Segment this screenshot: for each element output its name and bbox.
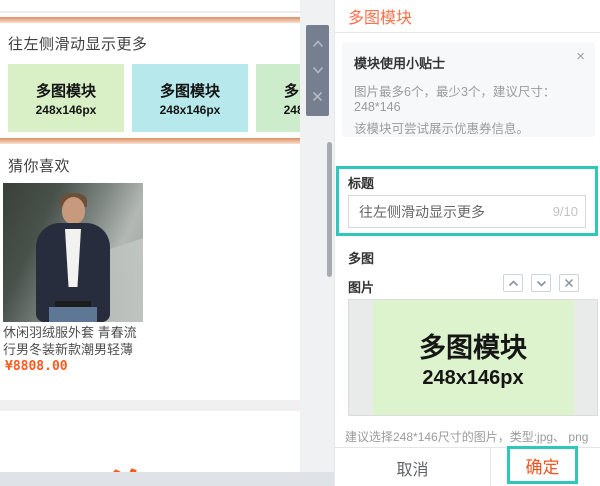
- photo-jeans: [49, 307, 97, 322]
- image-preview-size: 248x146px: [422, 366, 524, 389]
- preview-card-2[interactable]: 多图模块 248x146px: [132, 64, 248, 132]
- card-label: 多图模块: [35, 82, 96, 100]
- preview-scrollbar-thumb[interactable]: [327, 142, 332, 277]
- multi-image-section-label: 多图: [348, 251, 375, 266]
- preview-bottom-bar: [0, 472, 334, 486]
- module-highlight-bottom: [0, 138, 300, 144]
- photo-head: [62, 197, 85, 224]
- product-name-line2: 行男冬装新款潮男轻薄: [3, 342, 134, 357]
- close-icon[interactable]: ×: [576, 48, 585, 65]
- tips-line-1: 图片最多6个，最少3个，建议尺寸：: [354, 85, 556, 99]
- chevron-up-icon: [312, 40, 323, 48]
- image-delete-button[interactable]: [559, 274, 579, 292]
- preview-gutter: [300, 0, 334, 472]
- tips-title: 模块使用小贴士: [354, 56, 446, 71]
- chevron-up-icon: [508, 279, 518, 286]
- footer-logo-module: 淘: [0, 411, 300, 472]
- confirm-button[interactable]: 确定: [507, 446, 578, 484]
- card-label: 多图模块: [159, 82, 220, 100]
- card-size: 248x146px: [283, 102, 300, 117]
- image-preview-frame[interactable]: 多图模块 248x146px: [348, 299, 598, 416]
- title-field-highlight: [336, 166, 598, 236]
- module-highlight-top: [0, 17, 300, 23]
- tips-line-2: 248*146: [354, 100, 401, 114]
- image-preview-label: 多图模块: [419, 332, 527, 363]
- cancel-button[interactable]: 取消: [335, 448, 490, 486]
- image-move-up-button[interactable]: [503, 274, 523, 292]
- module-move-up-button[interactable]: [310, 37, 325, 52]
- card-label: 多图模块: [283, 82, 300, 100]
- image-preview-thumbnail: 多图模块 248x146px: [372, 300, 574, 415]
- image-row-label: 图片: [348, 280, 375, 295]
- preview-card-1[interactable]: 多图模块 248x146px: [8, 64, 124, 132]
- module-settings-panel: 多图模块 × 模块使用小贴士 图片最多6个，最少3个，建议尺寸： 248*146…: [334, 0, 600, 486]
- panel-divider: [335, 32, 600, 33]
- preview-module-title: 往左侧滑动显示更多: [8, 36, 148, 53]
- tips-line-3: 该模块可尝试展示优惠券信息。: [354, 122, 530, 136]
- card-size: 248x146px: [35, 102, 97, 117]
- preview-card-3[interactable]: 多图模块 248x146px: [256, 64, 300, 132]
- card-size: 248x146px: [159, 102, 221, 117]
- product-name-line1: 休闲羽绒服外套 青春流: [3, 325, 137, 340]
- tips-card: × 模块使用小贴士 图片最多6个，最少3个，建议尺寸： 248*146 该模块可…: [342, 42, 595, 137]
- page-preview: 往左侧滑动显示更多 多图模块 248x146px 多图模块 248x146px …: [0, 0, 300, 486]
- module-move-down-button[interactable]: [310, 63, 325, 78]
- chevron-down-icon: [536, 280, 546, 287]
- module-toolbar: [306, 25, 329, 116]
- product-name: 休闲羽绒服外套 青春流 行男冬装新款潮男轻薄: [3, 324, 149, 358]
- footer-divider: [490, 448, 491, 486]
- guess-you-like-title: 猜你喜欢: [8, 158, 71, 175]
- module-divider: [0, 11, 300, 13]
- module-separator-band: [0, 400, 300, 411]
- image-move-down-button[interactable]: [531, 274, 551, 292]
- screen: 往左侧滑动显示更多 多图模块 248x146px 多图模块 248x146px …: [0, 0, 600, 486]
- x-icon: [564, 278, 574, 288]
- product-image[interactable]: [3, 183, 143, 322]
- chevron-down-icon: [312, 67, 323, 75]
- module-delete-button[interactable]: [310, 89, 325, 104]
- product-price: ¥8808.00: [5, 359, 68, 374]
- taobao-logo: 淘: [108, 453, 164, 472]
- panel-title: 多图模块: [348, 10, 413, 27]
- x-icon: [312, 92, 323, 102]
- panel-footer: 取消 确定: [335, 446, 600, 486]
- image-hint: 建议选择248*146尺寸的图片，类型:jpg、 png: [345, 430, 589, 444]
- confirm-button-label: 确定: [525, 457, 560, 477]
